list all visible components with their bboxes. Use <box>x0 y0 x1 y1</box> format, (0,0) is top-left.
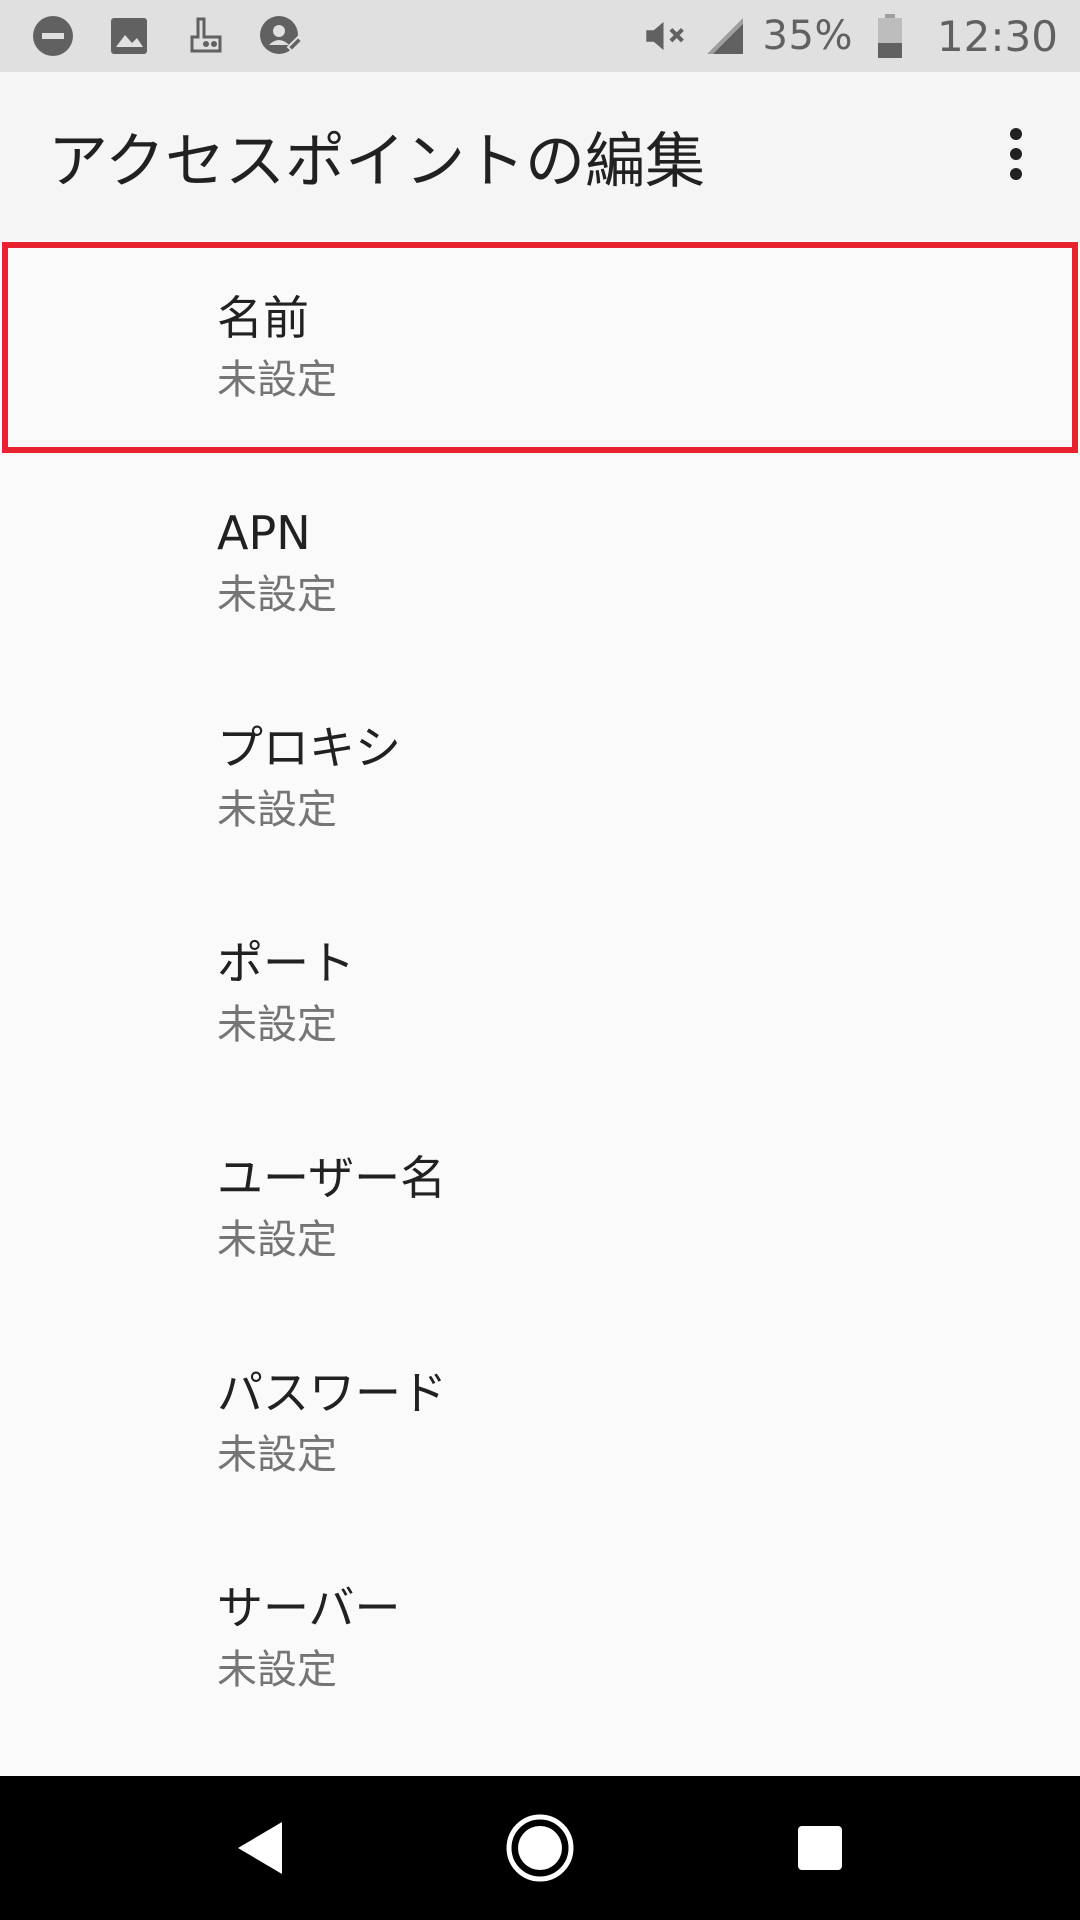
app-bar: アクセスポイントの編集 <box>0 72 1080 240</box>
sync-icon <box>258 13 304 59</box>
battery-percent: 35% <box>762 13 853 59</box>
image-icon <box>106 13 152 59</box>
pref-summary: 未設定 <box>217 1431 337 1478</box>
pref-item-port[interactable]: ポート 未設定 <box>0 885 1080 1100</box>
app-notification-icon <box>182 13 228 59</box>
apn-settings-list: 名前 未設定 APN 未設定 プロキシ 未設定 ポート 未設定 ユーザー名 未設… <box>0 240 1080 1745</box>
pref-title: ポート <box>217 935 355 990</box>
battery-icon <box>867 13 913 59</box>
status-right-icons: 35% 12:30 <box>643 12 1058 61</box>
pref-title: 名前 <box>217 290 309 345</box>
pref-item-name[interactable]: 名前 未設定 <box>0 240 1080 455</box>
pref-summary: 未設定 <box>217 356 337 403</box>
pref-title: プロキシ <box>217 720 401 775</box>
pref-item-username[interactable]: ユーザー名 未設定 <box>0 1100 1080 1315</box>
pref-title: ユーザー名 <box>217 1150 447 1205</box>
pref-summary: 未設定 <box>217 571 337 618</box>
pref-summary: 未設定 <box>217 1646 337 1693</box>
more-vert-icon[interactable] <box>980 118 1052 190</box>
back-icon[interactable] <box>215 1803 305 1893</box>
pref-item-proxy[interactable]: プロキシ 未設定 <box>0 670 1080 885</box>
mute-icon <box>643 13 689 59</box>
pref-item-password[interactable]: パスワード 未設定 <box>0 1315 1080 1530</box>
pref-item-server[interactable]: サーバー 未設定 <box>0 1530 1080 1745</box>
status-time: 12:30 <box>936 11 1058 61</box>
page-title: アクセスポイントの編集 <box>48 126 705 197</box>
signal-icon <box>703 13 749 59</box>
recents-icon[interactable] <box>775 1803 865 1893</box>
status-left-icons <box>30 13 304 59</box>
status-bar: 35% 12:30 <box>0 0 1080 72</box>
pref-item-apn[interactable]: APN 未設定 <box>0 455 1080 670</box>
pref-summary: 未設定 <box>217 786 337 833</box>
pref-title: APN <box>217 505 311 560</box>
pref-summary: 未設定 <box>217 1001 337 1048</box>
dnd-icon <box>30 13 76 59</box>
navigation-bar <box>0 1776 1080 1920</box>
pref-title: サーバー <box>217 1580 401 1635</box>
pref-summary: 未設定 <box>217 1216 337 1263</box>
pref-title: パスワード <box>217 1365 447 1420</box>
home-icon[interactable] <box>495 1803 585 1893</box>
